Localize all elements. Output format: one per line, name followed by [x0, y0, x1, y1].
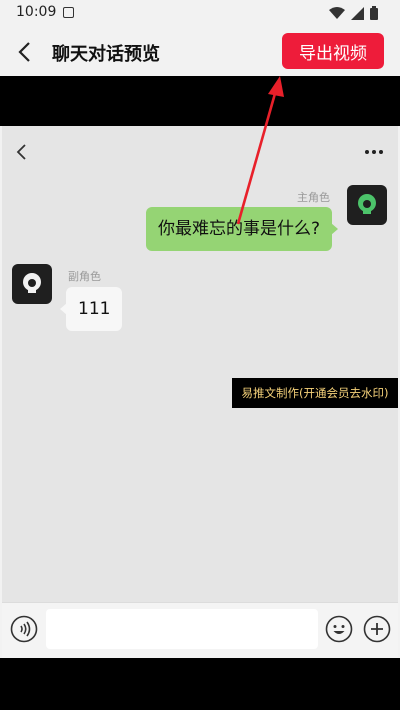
status-time: 10:09 [16, 4, 57, 20]
main-role-message[interactable]: 你最难忘的事是什么? [145, 207, 339, 251]
user-avatar-icon [23, 273, 41, 293]
voice-button[interactable] [10, 615, 38, 643]
voice-icon [10, 615, 38, 643]
emoji-icon [325, 615, 353, 643]
message-input[interactable] [46, 609, 318, 649]
emoji-button[interactable] [325, 615, 353, 643]
side-role-avatar[interactable] [12, 264, 52, 304]
add-button[interactable] [363, 615, 391, 643]
chevron-left-icon [18, 42, 30, 62]
status-icons [329, 6, 378, 20]
signal-icon [351, 6, 364, 20]
wifi-icon [329, 6, 345, 19]
plus-icon [363, 615, 391, 643]
back-button[interactable] [8, 36, 40, 68]
watermark-banner: 易推文制作(开通会员去水印) [232, 378, 398, 408]
battery-icon [370, 6, 378, 20]
letterbox-top [0, 76, 400, 126]
chevron-left-icon [16, 144, 26, 160]
main-role-name: 主角色 [297, 191, 330, 204]
side-role-name: 副角色 [68, 270, 101, 283]
notification-icon [63, 7, 74, 18]
letterbox-bottom [0, 658, 400, 710]
chat-back-button[interactable] [10, 140, 34, 164]
export-video-button[interactable]: 导出视频 [282, 33, 384, 69]
user-avatar-icon [358, 194, 376, 214]
more-button[interactable] [362, 140, 386, 164]
page-title: 聊天对话预览 [52, 44, 160, 65]
main-role-avatar[interactable] [347, 185, 387, 225]
side-role-message[interactable]: 111 [59, 287, 123, 331]
more-dots-icon [365, 150, 383, 154]
